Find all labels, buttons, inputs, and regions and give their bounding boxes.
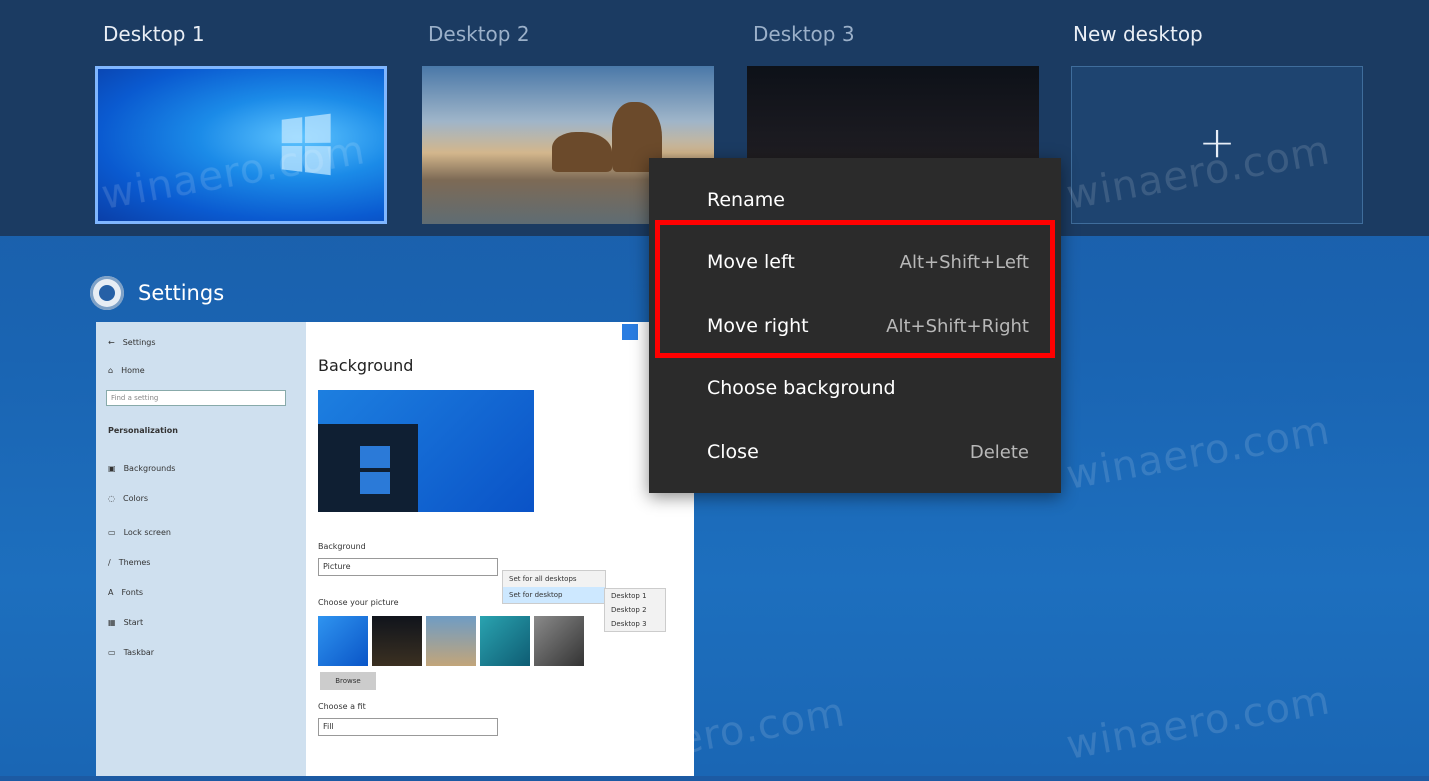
menu-item-close[interactable]: Close Delete: [707, 432, 1029, 472]
submenu-desktop-1: Desktop 1: [611, 592, 647, 600]
menu-item-shortcut: Delete: [969, 441, 1029, 463]
home-icon: ⌂: [108, 366, 114, 375]
nav-backgrounds: Backgrounds: [123, 464, 176, 473]
nav-colors: Colors: [122, 494, 149, 503]
menu-item-label: Rename: [707, 189, 785, 211]
fonts-icon: A: [108, 588, 114, 597]
minimize-button: [622, 324, 638, 340]
menu-item-move-right[interactable]: Move right Alt+Shift+Right: [707, 306, 1029, 346]
menu-item-shortcut: Alt+Shift+Left: [899, 251, 1029, 273]
menu-item-label: Move left: [707, 251, 795, 273]
submenu-desktop-2: Desktop 2: [611, 606, 647, 614]
nav-lock-screen: Lock screen: [123, 528, 171, 537]
nav-start: Start: [123, 618, 144, 627]
background-label: Background: [318, 542, 366, 551]
start-icon: ▦: [108, 618, 116, 627]
settings-gear-icon: [90, 276, 124, 310]
watermark: winaero.com: [1063, 407, 1334, 499]
nav-taskbar: Taskbar: [123, 648, 155, 657]
desktop-3-label: Desktop 3: [753, 22, 855, 46]
settings-main: Background Background Picture Choose you…: [306, 322, 694, 776]
browse-button: Browse: [320, 672, 376, 690]
settings-window-preview[interactable]: ← Settings ⌂ Home Find a setting Personali…: [96, 322, 694, 776]
lock-screen-icon: ▭: [108, 528, 116, 537]
brush-icon: ∕: [108, 558, 111, 567]
fit-select: Fill: [318, 718, 498, 736]
nav-themes: Themes: [118, 558, 151, 567]
palette-icon: ◌: [108, 494, 115, 503]
desktop-2-label: Desktop 2: [428, 22, 530, 46]
menu-item-label: Move right: [707, 315, 809, 337]
taskbar-icon: ▭: [108, 648, 116, 657]
nav-home: Home: [121, 366, 145, 375]
watermark: winaero.com: [1063, 677, 1334, 769]
new-desktop-label: New desktop: [1073, 22, 1203, 46]
menu-item-rename[interactable]: Rename: [707, 180, 1029, 220]
section-label: Personalization: [108, 426, 178, 435]
window-title[interactable]: Settings: [90, 276, 224, 310]
set-background-menu: Set for all desktops Set for desktop: [502, 570, 606, 604]
settings-back-label: Settings: [122, 338, 156, 347]
background-heading: Background: [318, 356, 414, 375]
menu-item-label: Choose background: [707, 377, 896, 399]
settings-sidebar: ← Settings ⌂ Home Find a setting Personali…: [96, 322, 306, 776]
settings-search-input: Find a setting: [106, 390, 286, 406]
menu-item-label: Close: [707, 441, 759, 463]
submenu-desktop-3: Desktop 3: [611, 620, 647, 628]
rock-shape: [552, 132, 612, 172]
desktop-submenu: Desktop 1 Desktop 2 Desktop 3: [604, 588, 666, 632]
picture-choices: [318, 616, 584, 666]
window-title-text: Settings: [138, 281, 225, 305]
menu-item-shortcut: Alt+Shift+Right: [886, 315, 1029, 337]
set-all-desktops-item: Set for all desktops: [509, 575, 577, 583]
desktop-context-menu: Rename Move left Alt+Shift+Left Move rig…: [649, 158, 1061, 493]
desktop-1-label: Desktop 1: [103, 22, 205, 46]
picture-icon: ▣: [108, 464, 116, 473]
menu-item-choose-background[interactable]: Choose background: [707, 368, 1029, 408]
menu-item-move-left[interactable]: Move left Alt+Shift+Left: [707, 242, 1029, 282]
background-select: Picture: [318, 558, 498, 576]
start-menu-preview: [318, 424, 418, 512]
fit-label: Choose a fit: [318, 702, 366, 711]
background-preview: [318, 390, 534, 512]
choose-picture-label: Choose your picture: [318, 598, 399, 607]
set-for-desktop-item: Set for desktop: [503, 587, 605, 603]
back-arrow-icon: ←: [108, 338, 115, 347]
nav-fonts: Fonts: [121, 588, 144, 597]
